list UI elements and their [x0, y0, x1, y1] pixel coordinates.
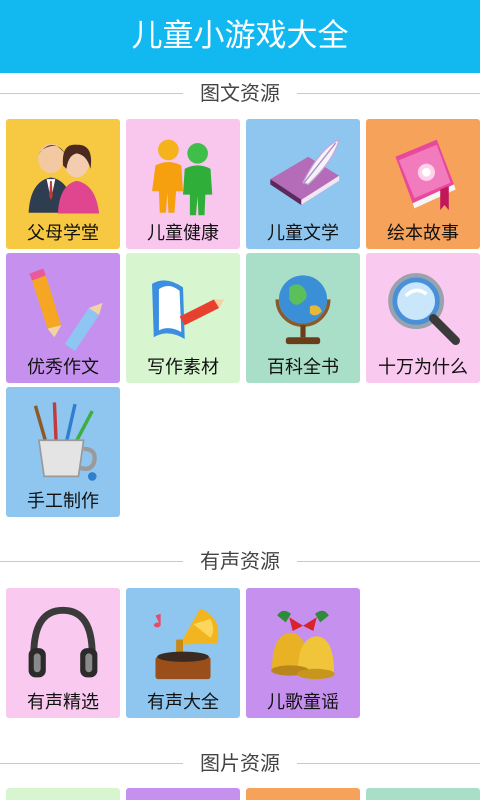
scroll-pencil-icon: [152, 280, 225, 339]
tile-label: 绘本故事: [387, 223, 459, 244]
section-title: 图文资源: [200, 81, 280, 105]
tile-parents-school[interactable]: 父母学堂: [6, 119, 120, 249]
tile-image-resource-1[interactable]: [6, 788, 120, 800]
tile-encyclopedia[interactable]: 百科全书: [246, 253, 360, 383]
divider-right: [297, 93, 480, 94]
tile-children-literature[interactable]: 儿童文学: [246, 119, 360, 249]
tile-label: 十万为什么: [378, 357, 468, 378]
pink-diary-icon: [395, 139, 456, 211]
divider-right: [297, 763, 480, 764]
tile-image-resource-2[interactable]: [126, 788, 240, 800]
tile-writing-materials[interactable]: 写作素材: [126, 253, 240, 383]
bells-icon: [271, 610, 335, 680]
book-quill-icon: [270, 138, 341, 205]
tile-image-resource-4[interactable]: [366, 788, 480, 800]
magnifier-icon: [388, 273, 460, 345]
tile-audio-selection[interactable]: 有声精选: [6, 588, 120, 718]
parents-icon: [28, 143, 100, 214]
tile-image-resource-3[interactable]: [246, 788, 360, 800]
tile-label: 父母学堂: [27, 223, 99, 244]
tile-label: 有声大全: [147, 692, 219, 713]
gramophone-icon: [153, 608, 219, 680]
tile-label: 写作素材: [147, 357, 219, 378]
app-title-bar: 儿童小游戏大全: [0, 0, 480, 73]
section-header-text-resources: 图文资源: [0, 74, 480, 112]
divider-right: [297, 561, 480, 562]
tile-label: 优秀作文: [27, 357, 99, 378]
divider-left: [0, 561, 183, 562]
children-figures-icon: [152, 139, 213, 216]
tile-picture-book-stories[interactable]: 绘本故事: [366, 119, 480, 249]
tile-label: 儿童健康: [147, 223, 219, 244]
divider-left: [0, 763, 183, 764]
app-title: 儿童小游戏大全: [131, 18, 349, 54]
divider-left: [0, 93, 183, 94]
globe-icon: [275, 275, 331, 345]
tile-nursery-rhymes[interactable]: 儿歌童谣: [246, 588, 360, 718]
brush-cup-icon: [33, 402, 97, 481]
tile-audio-collection[interactable]: 有声大全: [126, 588, 240, 718]
tile-child-health[interactable]: 儿童健康: [126, 119, 240, 249]
tile-handicraft[interactable]: 手工制作: [6, 387, 120, 517]
tile-label: 有声精选: [27, 692, 99, 713]
section-header-audio-resources: 有声资源: [0, 542, 480, 580]
tile-label: 手工制作: [27, 491, 99, 512]
pencils-icon: [29, 268, 103, 351]
section-title: 图片资源: [200, 751, 280, 775]
section-header-image-resources: 图片资源: [0, 744, 480, 782]
section-title: 有声资源: [200, 549, 280, 573]
tile-excellent-essays[interactable]: 优秀作文: [6, 253, 120, 383]
tile-label: 百科全书: [267, 357, 339, 378]
tile-label: 儿童文学: [267, 223, 339, 244]
tile-hundred-thousand-whys[interactable]: 十万为什么: [366, 253, 480, 383]
tile-label: 儿歌童谣: [267, 692, 339, 713]
headphones-icon: [28, 606, 98, 678]
